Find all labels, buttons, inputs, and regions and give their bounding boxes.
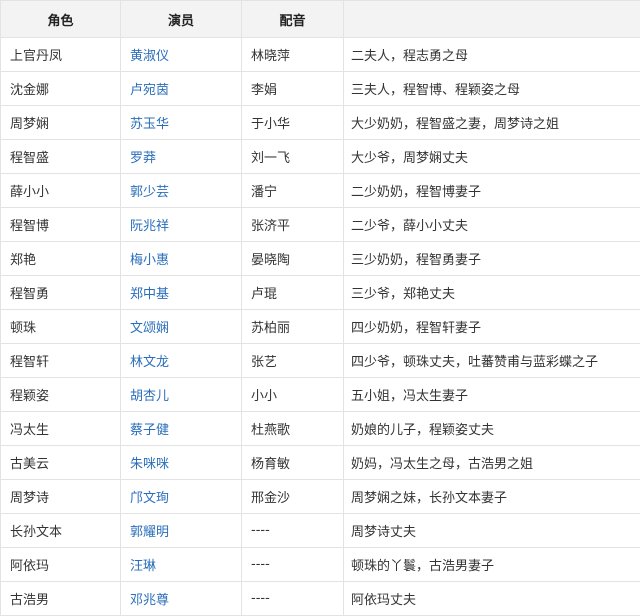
cell-actor-link[interactable]: 苏玉华: [121, 106, 242, 140]
table-row: 沈金娜卢宛茵李娟三夫人，程智博、程颖姿之母: [1, 72, 640, 106]
table-row: 薛小小郭少芸潘宁二少奶奶，程智博妻子: [1, 174, 640, 208]
cell-role: 顿珠: [1, 310, 121, 344]
cell-role: 程智盛: [1, 140, 121, 174]
table-row: 程颖姿胡杏儿小小五小姐，冯太生妻子: [1, 378, 640, 412]
table-row: 周梦诗邝文珣邢金沙周梦娴之妹，长孙文本妻子: [1, 480, 640, 514]
cell-actor-link[interactable]: 郑中基: [121, 276, 242, 310]
cell-note: 四少爷，顿珠丈夫，吐蕃赞甫与蓝彩蝶之子: [344, 344, 640, 378]
cell-voice: 于小华: [242, 106, 344, 140]
cell-voice: 晏晓陶: [242, 242, 344, 276]
cell-actor-link[interactable]: 梅小惠: [121, 242, 242, 276]
header-notes: 备: [344, 1, 640, 38]
cell-voice: 卢琨: [242, 276, 344, 310]
cell-voice: 杜燕歌: [242, 412, 344, 446]
cell-voice: 小小: [242, 378, 344, 412]
table-row: 程智盛罗莽刘一飞大少爷，周梦娴丈夫: [1, 140, 640, 174]
table-body: 上官丹凤黄淑仪林晓萍二夫人，程志勇之母沈金娜卢宛茵李娟三夫人，程智博、程颖姿之母…: [1, 38, 640, 616]
cell-actor-link[interactable]: 郭耀明: [121, 514, 242, 548]
table-row: 冯太生蔡子健杜燕歌奶娘的儿子，程颖姿丈夫: [1, 412, 640, 446]
table-row: 阿依玛汪琳----顿珠的丫鬟，古浩男妻子: [1, 548, 640, 582]
cell-actor-link[interactable]: 胡杏儿: [121, 378, 242, 412]
cell-voice: 张济平: [242, 208, 344, 242]
cell-actor-link[interactable]: 朱咪咪: [121, 446, 242, 480]
cell-role: 周梦诗: [1, 480, 121, 514]
cell-actor-link[interactable]: 黄淑仪: [121, 38, 242, 72]
cell-role: 长孙文本: [1, 514, 121, 548]
cell-role: 上官丹凤: [1, 38, 121, 72]
cell-note: 三少奶奶，程智勇妻子: [344, 242, 640, 276]
cell-actor-link[interactable]: 罗莽: [121, 140, 242, 174]
cell-role: 程颖姿: [1, 378, 121, 412]
cell-note: 五小姐，冯太生妻子: [344, 378, 640, 412]
table-row: 上官丹凤黄淑仪林晓萍二夫人，程志勇之母: [1, 38, 640, 72]
cell-note: 二少爷，薛小小丈夫: [344, 208, 640, 242]
cell-role: 古浩男: [1, 582, 121, 616]
cell-note: 二夫人，程志勇之母: [344, 38, 640, 72]
cell-note: 大少爷，周梦娴丈夫: [344, 140, 640, 174]
cell-voice: 潘宁: [242, 174, 344, 208]
cast-table: 角色 演员 配音 备 上官丹凤黄淑仪林晓萍二夫人，程志勇之母沈金娜卢宛茵李娟三夫…: [0, 0, 640, 616]
cell-note: 二少奶奶，程智博妻子: [344, 174, 640, 208]
cell-actor-link[interactable]: 邝文珣: [121, 480, 242, 514]
cell-voice: 李娟: [242, 72, 344, 106]
table-row: 古浩男邓兆尊----阿依玛丈夫: [1, 582, 640, 616]
header-actor: 演员: [121, 1, 242, 38]
table-row: 程智博阮兆祥张济平二少爷，薛小小丈夫: [1, 208, 640, 242]
cell-actor-link[interactable]: 邓兆尊: [121, 582, 242, 616]
cell-voice: 杨育敏: [242, 446, 344, 480]
cell-role: 程智博: [1, 208, 121, 242]
table-row: 顿珠文颂娴苏柏丽四少奶奶，程智轩妻子: [1, 310, 640, 344]
cell-actor-link[interactable]: 卢宛茵: [121, 72, 242, 106]
header-row: 角色 演员 配音 备: [1, 1, 640, 38]
cell-role: 古美云: [1, 446, 121, 480]
cell-role: 沈金娜: [1, 72, 121, 106]
cell-voice: 刘一飞: [242, 140, 344, 174]
table-row: 程智轩林文龙张艺四少爷，顿珠丈夫，吐蕃赞甫与蓝彩蝶之子: [1, 344, 640, 378]
cell-role: 冯太生: [1, 412, 121, 446]
cell-note: 周梦诗丈夫: [344, 514, 640, 548]
table-row: 周梦娴苏玉华于小华大少奶奶，程智盛之妻，周梦诗之姐: [1, 106, 640, 140]
cell-voice: ----: [242, 582, 344, 616]
cell-voice: ----: [242, 548, 344, 582]
cell-role: 程智勇: [1, 276, 121, 310]
cell-role: 薛小小: [1, 174, 121, 208]
cell-note: 奶娘的儿子，程颖姿丈夫: [344, 412, 640, 446]
cell-voice: 张艺: [242, 344, 344, 378]
table-row: 郑艳梅小惠晏晓陶三少奶奶，程智勇妻子: [1, 242, 640, 276]
cell-note: 三少爷，郑艳丈夫: [344, 276, 640, 310]
cell-note: 三夫人，程智博、程颖姿之母: [344, 72, 640, 106]
cell-actor-link[interactable]: 阮兆祥: [121, 208, 242, 242]
table-row: 长孙文本郭耀明----周梦诗丈夫: [1, 514, 640, 548]
cell-note: 顿珠的丫鬟，古浩男妻子: [344, 548, 640, 582]
cell-role: 周梦娴: [1, 106, 121, 140]
cell-role: 阿依玛: [1, 548, 121, 582]
cell-note: 周梦娴之妹，长孙文本妻子: [344, 480, 640, 514]
cell-note: 奶妈，冯太生之母，古浩男之姐: [344, 446, 640, 480]
cell-role: 程智轩: [1, 344, 121, 378]
cell-voice: 邢金沙: [242, 480, 344, 514]
cell-voice: 林晓萍: [242, 38, 344, 72]
header-role: 角色: [1, 1, 121, 38]
cell-note: 大少奶奶，程智盛之妻，周梦诗之姐: [344, 106, 640, 140]
table-row: 程智勇郑中基卢琨三少爷，郑艳丈夫: [1, 276, 640, 310]
cell-role: 郑艳: [1, 242, 121, 276]
header-voice: 配音: [242, 1, 344, 38]
cell-note: 阿依玛丈夫: [344, 582, 640, 616]
cell-note: 四少奶奶，程智轩妻子: [344, 310, 640, 344]
cell-voice: ----: [242, 514, 344, 548]
table-row: 古美云朱咪咪杨育敏奶妈，冯太生之母，古浩男之姐: [1, 446, 640, 480]
cell-actor-link[interactable]: 汪琳: [121, 548, 242, 582]
cell-actor-link[interactable]: 蔡子健: [121, 412, 242, 446]
cell-actor-link[interactable]: 郭少芸: [121, 174, 242, 208]
cell-voice: 苏柏丽: [242, 310, 344, 344]
cell-actor-link[interactable]: 林文龙: [121, 344, 242, 378]
cell-actor-link[interactable]: 文颂娴: [121, 310, 242, 344]
